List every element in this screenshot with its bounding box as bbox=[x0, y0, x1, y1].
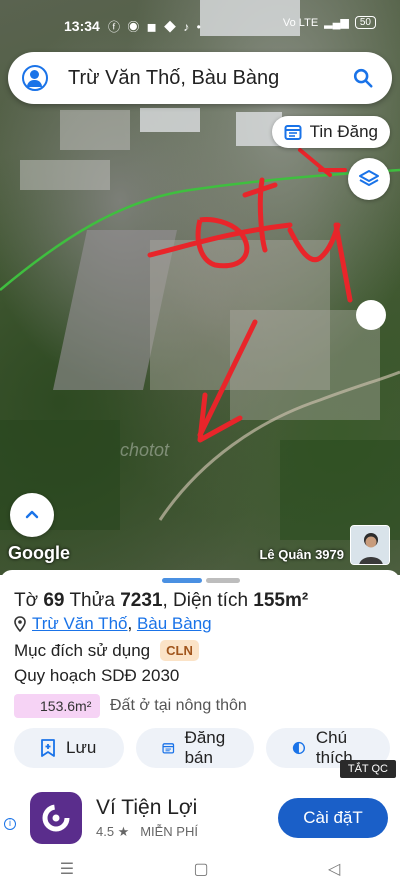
search-bar[interactable]: Trừ Văn Thố, Bàu Bàng bbox=[8, 52, 392, 104]
google-logo: Google bbox=[8, 543, 70, 563]
avatar[interactable] bbox=[350, 525, 390, 565]
expand-button[interactable] bbox=[10, 493, 54, 537]
ad-app-name: Ví Tiện Lợi bbox=[96, 796, 198, 819]
ad-info-icon[interactable]: i bbox=[4, 818, 16, 830]
system-nav-bar: ☰ ▢ ◁ bbox=[0, 848, 400, 890]
listings-button[interactable]: Tin Đăng bbox=[271, 116, 390, 148]
plan-area-chip: 153.6m² bbox=[14, 694, 100, 718]
network-icon: Vo LTE bbox=[282, 16, 319, 29]
back-icon[interactable]: ◁ bbox=[328, 859, 340, 879]
wallet-app-icon bbox=[42, 804, 70, 832]
map-scroll-handle[interactable] bbox=[356, 300, 386, 330]
parcel-info-sheet: Tờ 69 Thửa 7231, Diện tích 155m² Trừ Văn… bbox=[0, 570, 400, 890]
calendar-icon bbox=[284, 125, 302, 140]
sheet-pager[interactable] bbox=[162, 578, 240, 583]
land-use-badge: CLN bbox=[160, 640, 199, 661]
location-pin-icon bbox=[14, 616, 26, 632]
user-icon[interactable] bbox=[22, 65, 48, 91]
contrast-icon bbox=[292, 741, 306, 755]
status-right: Vo LTE ▂▄▆ 50 bbox=[283, 16, 376, 29]
save-label: Lưu bbox=[66, 738, 97, 757]
ad-banner[interactable]: i Ví Tiện Lợi 4.5 ★ MIỄN PHÍ Cài đặT bbox=[0, 778, 400, 844]
parcel-location: Trừ Văn Thố, Bàu Bàng bbox=[14, 614, 212, 634]
parcel-title: Tờ 69 Thửa 7231, Diện tích 155m² bbox=[14, 590, 308, 612]
annotation-stroke bbox=[242, 177, 278, 253]
bookmark-add-icon bbox=[41, 739, 55, 757]
annotation-arrow bbox=[197, 319, 258, 438]
post-sale-button[interactable]: Đăng bán bbox=[136, 728, 254, 768]
status-bar: 13:34 ⓕ ◉ ◼ ◆ ♪ • Vo LTE ▂▄▆ 50 bbox=[0, 0, 400, 44]
ad-rating: 4.5 ★ MIỄN PHÍ bbox=[96, 824, 198, 840]
save-button[interactable]: Lưu bbox=[14, 728, 124, 768]
plan-area-description: Đất ở tại nông thôn bbox=[110, 697, 247, 714]
area-value: 155m² bbox=[253, 590, 309, 611]
lot-label: Thửa bbox=[69, 590, 115, 611]
status-time: 13:34 bbox=[64, 18, 100, 34]
sheet-label: Tờ bbox=[14, 590, 39, 611]
plan-area-row: 153.6m² Đất ở tại nông thôn bbox=[14, 694, 247, 718]
annotation-stroke bbox=[298, 148, 347, 177]
sheet-number: 69 bbox=[43, 590, 65, 611]
area-label: , Diện tích bbox=[162, 590, 249, 611]
pager-dot-active bbox=[162, 578, 202, 583]
signal-icon: ▂▄▆ bbox=[324, 17, 349, 29]
annotation-stroke bbox=[147, 222, 293, 258]
listings-label: Tin Đăng bbox=[309, 122, 378, 141]
post-sale-label: Đăng bán bbox=[184, 728, 226, 767]
battery-icon: 50 bbox=[354, 16, 376, 29]
search-icon[interactable] bbox=[352, 67, 374, 89]
location-separator: , bbox=[127, 614, 137, 633]
calendar-icon bbox=[162, 743, 175, 754]
watermark: chotot bbox=[120, 440, 170, 460]
satellite-map[interactable]: chotot 13:34 ⓕ ◉ ◼ ◆ ♪ • Vo LTE ▂▄▆ 50 T… bbox=[0, 0, 400, 575]
action-row: Lưu Đăng bán Chú thích bbox=[14, 728, 390, 768]
ad-rating-value: 4.5 ★ bbox=[96, 824, 130, 839]
ad-price: MIỄN PHÍ bbox=[140, 824, 198, 839]
home-icon[interactable]: ▢ bbox=[193, 859, 208, 879]
person-photo-icon bbox=[351, 526, 389, 564]
author-label: Lê Quân 3979 bbox=[259, 547, 344, 562]
app-logo bbox=[30, 792, 82, 844]
road-line bbox=[158, 370, 400, 521]
lot-number: 7231 bbox=[120, 590, 163, 611]
location-link-district[interactable]: Bàu Bàng bbox=[137, 614, 212, 633]
search-input[interactable]: Trừ Văn Thố, Bàu Bàng bbox=[68, 67, 352, 90]
layers-button[interactable] bbox=[348, 158, 390, 200]
status-app-icons: ⓕ ◉ ◼ ◆ ♪ • bbox=[108, 20, 203, 34]
close-ad-button[interactable]: TẮT QC bbox=[339, 760, 396, 778]
land-use-row: Mục đích sử dụng CLN bbox=[14, 640, 199, 661]
land-use-label: Mục đích sử dụng bbox=[14, 640, 151, 660]
plan-label: Quy hoạch SDĐ 2030 bbox=[14, 666, 180, 685]
annotation-stroke bbox=[287, 222, 353, 303]
location-link-commune[interactable]: Trừ Văn Thố bbox=[32, 614, 127, 633]
recent-apps-icon[interactable]: ☰ bbox=[60, 859, 74, 879]
layers-icon bbox=[359, 170, 379, 186]
install-button[interactable]: Cài đặT bbox=[278, 798, 388, 838]
pager-dot bbox=[206, 578, 240, 583]
chevron-up-icon bbox=[25, 510, 39, 519]
